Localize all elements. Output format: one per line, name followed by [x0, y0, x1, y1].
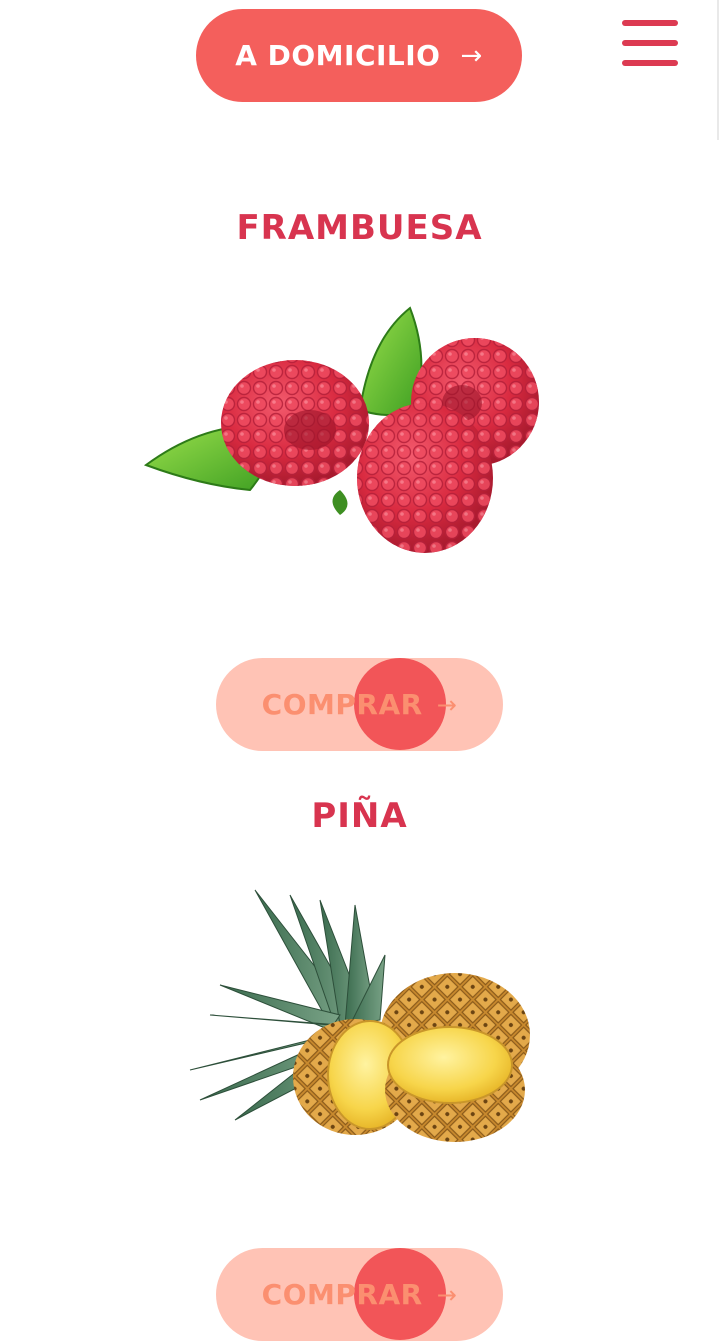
buy-button-label: COMPRAR [261, 1278, 423, 1311]
product-title: PIÑA [311, 796, 408, 836]
arrow-right-icon: → [436, 1280, 458, 1309]
raspberries-image [143, 306, 539, 553]
buy-button[interactable]: COMPRAR → [216, 1248, 503, 1341]
hamburger-menu-icon[interactable] [622, 20, 678, 70]
buy-button-label: COMPRAR [261, 688, 423, 721]
delivery-button-label: A DOMICILIO [235, 39, 441, 72]
buy-button[interactable]: COMPRAR → [216, 658, 503, 751]
product-title: FRAMBUESA [236, 208, 483, 248]
delivery-button[interactable]: A DOMICILIO → [196, 9, 522, 102]
arrow-right-icon: → [436, 690, 458, 719]
pineapple-image [189, 889, 530, 1142]
arrow-right-icon: → [460, 40, 483, 71]
